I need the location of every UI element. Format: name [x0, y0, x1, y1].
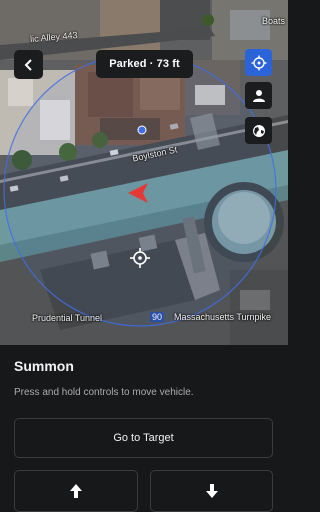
place-label-boats: Boats — [262, 16, 286, 26]
target-crosshair-icon[interactable] — [130, 248, 150, 268]
arrow-up-icon — [70, 484, 82, 498]
go-to-target-label: Go to Target — [113, 432, 174, 444]
reverse-button[interactable] — [150, 470, 273, 512]
street-label-prudential: Prudential Tunnel — [32, 313, 103, 323]
parked-status: Parked · 73 ft — [96, 50, 193, 78]
car-position-icon — [128, 183, 148, 203]
forward-button[interactable] — [14, 470, 138, 512]
street-label-massachusetts: Massachusetts Turnpike — [174, 312, 272, 322]
phone-location-button[interactable] — [245, 82, 272, 109]
map-layers-button[interactable] — [245, 117, 272, 144]
parked-status-text: Parked · 73 ft — [109, 58, 180, 70]
back-button[interactable] — [14, 50, 43, 79]
panel-subtitle: Press and hold controls to move vehicle. — [14, 387, 194, 398]
chevron-left-icon — [24, 58, 32, 71]
target-icon — [251, 55, 266, 70]
arrow-down-icon — [205, 484, 218, 498]
route-shield-90: 90 — [150, 312, 165, 322]
panel-title: Summon — [14, 358, 74, 374]
go-to-target-button[interactable]: Go to Target — [14, 418, 273, 458]
recenter-button[interactable] — [245, 49, 272, 76]
globe-icon — [252, 124, 265, 137]
person-icon — [252, 89, 265, 102]
